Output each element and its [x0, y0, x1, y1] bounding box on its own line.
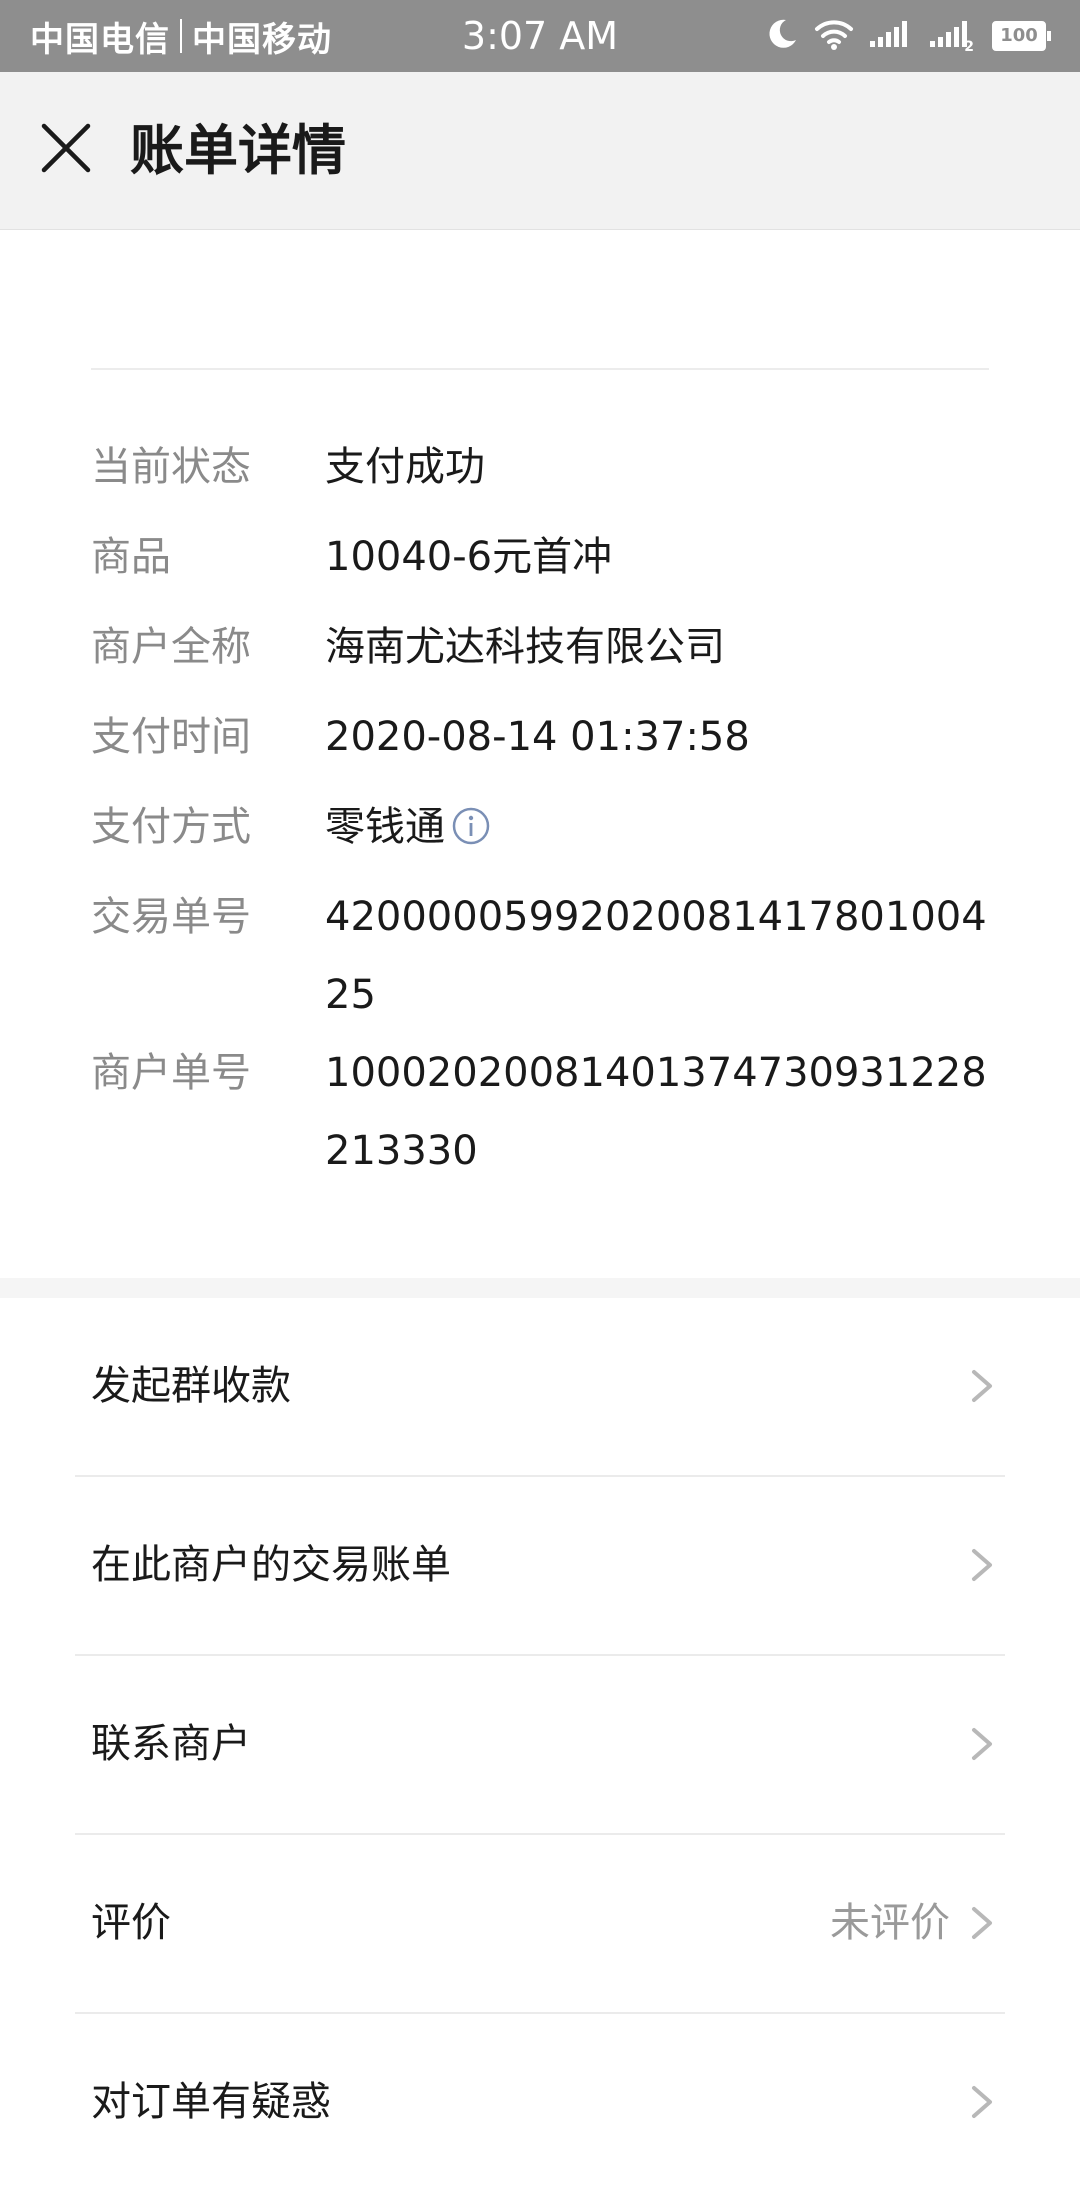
- detail-value: 2020-08-14 01:37:58: [325, 714, 750, 760]
- status-icons: 2 100: [764, 0, 1051, 72]
- detail-value: 海南尤达科技有限公司: [325, 624, 725, 670]
- detail-value: 10002020081401374730931228213330: [325, 1050, 987, 1174]
- chevron-right-icon: [972, 1549, 992, 1581]
- detail-value-container: 零钱通: [325, 788, 991, 866]
- rating-row[interactable]: 评价 未评价: [0, 1835, 1080, 2012]
- order-question-row[interactable]: 对订单有疑惑: [0, 2014, 1080, 2191]
- action-label: 在此商户的交易账单: [91, 1542, 451, 1588]
- chevron-right-icon: [972, 1728, 992, 1760]
- detail-label: 当前状态: [91, 444, 251, 490]
- section-gap: [0, 1278, 1080, 1298]
- sim-2-indicator: 2: [964, 39, 974, 55]
- close-icon: [41, 123, 91, 173]
- detail-label: 商户单号: [91, 1050, 251, 1096]
- moon-icon: [764, 16, 800, 56]
- chevron-right-icon: [972, 1907, 992, 1939]
- signal-icon: [868, 19, 914, 53]
- chevron-right-icon: [972, 2086, 992, 2118]
- detail-value: 零钱通: [325, 804, 445, 850]
- action-label: 发起群收款: [91, 1363, 291, 1409]
- status-bar: 中国电信 中国移动 3:07 AM 2 100: [0, 0, 1080, 72]
- bill-details: 当前状态 支付成功 商品 10040-6元首冲 商户全称 海南尤达科技有限公司 …: [0, 230, 1080, 1278]
- detail-value: 4200000599202008141780100425: [325, 894, 987, 1018]
- divider: [91, 368, 989, 370]
- detail-label: 支付时间: [91, 714, 251, 760]
- action-list: 发起群收款 在此商户的交易账单 联系商户 评价 未评价 对订单有疑惑: [0, 1298, 1080, 2160]
- battery-icon: 100: [992, 21, 1051, 51]
- info-icon[interactable]: [451, 794, 491, 845]
- group-collection-row[interactable]: 发起群收款: [0, 1298, 1080, 1475]
- detail-value: 10040-6元首冲: [325, 534, 613, 580]
- detail-label: 交易单号: [91, 894, 251, 940]
- action-label: 评价: [91, 1900, 171, 1946]
- rating-status: 未评价: [830, 1900, 950, 1946]
- detail-label: 支付方式: [91, 804, 251, 850]
- detail-value: 支付成功: [325, 444, 485, 490]
- action-label: 联系商户: [91, 1721, 251, 1767]
- contact-merchant-row[interactable]: 联系商户: [0, 1656, 1080, 1833]
- action-label: 对订单有疑惑: [91, 2079, 331, 2125]
- merchant-bills-row[interactable]: 在此商户的交易账单: [0, 1477, 1080, 1654]
- close-button[interactable]: [36, 118, 96, 178]
- signal-2-icon: 2: [928, 19, 978, 55]
- nav-bar: 账单详情: [0, 72, 1080, 230]
- wifi-icon: [814, 17, 854, 55]
- page-title: 账单详情: [130, 119, 346, 182]
- detail-label: 商品: [91, 534, 171, 580]
- detail-label: 商户全称: [91, 624, 251, 670]
- chevron-right-icon: [972, 1370, 992, 1402]
